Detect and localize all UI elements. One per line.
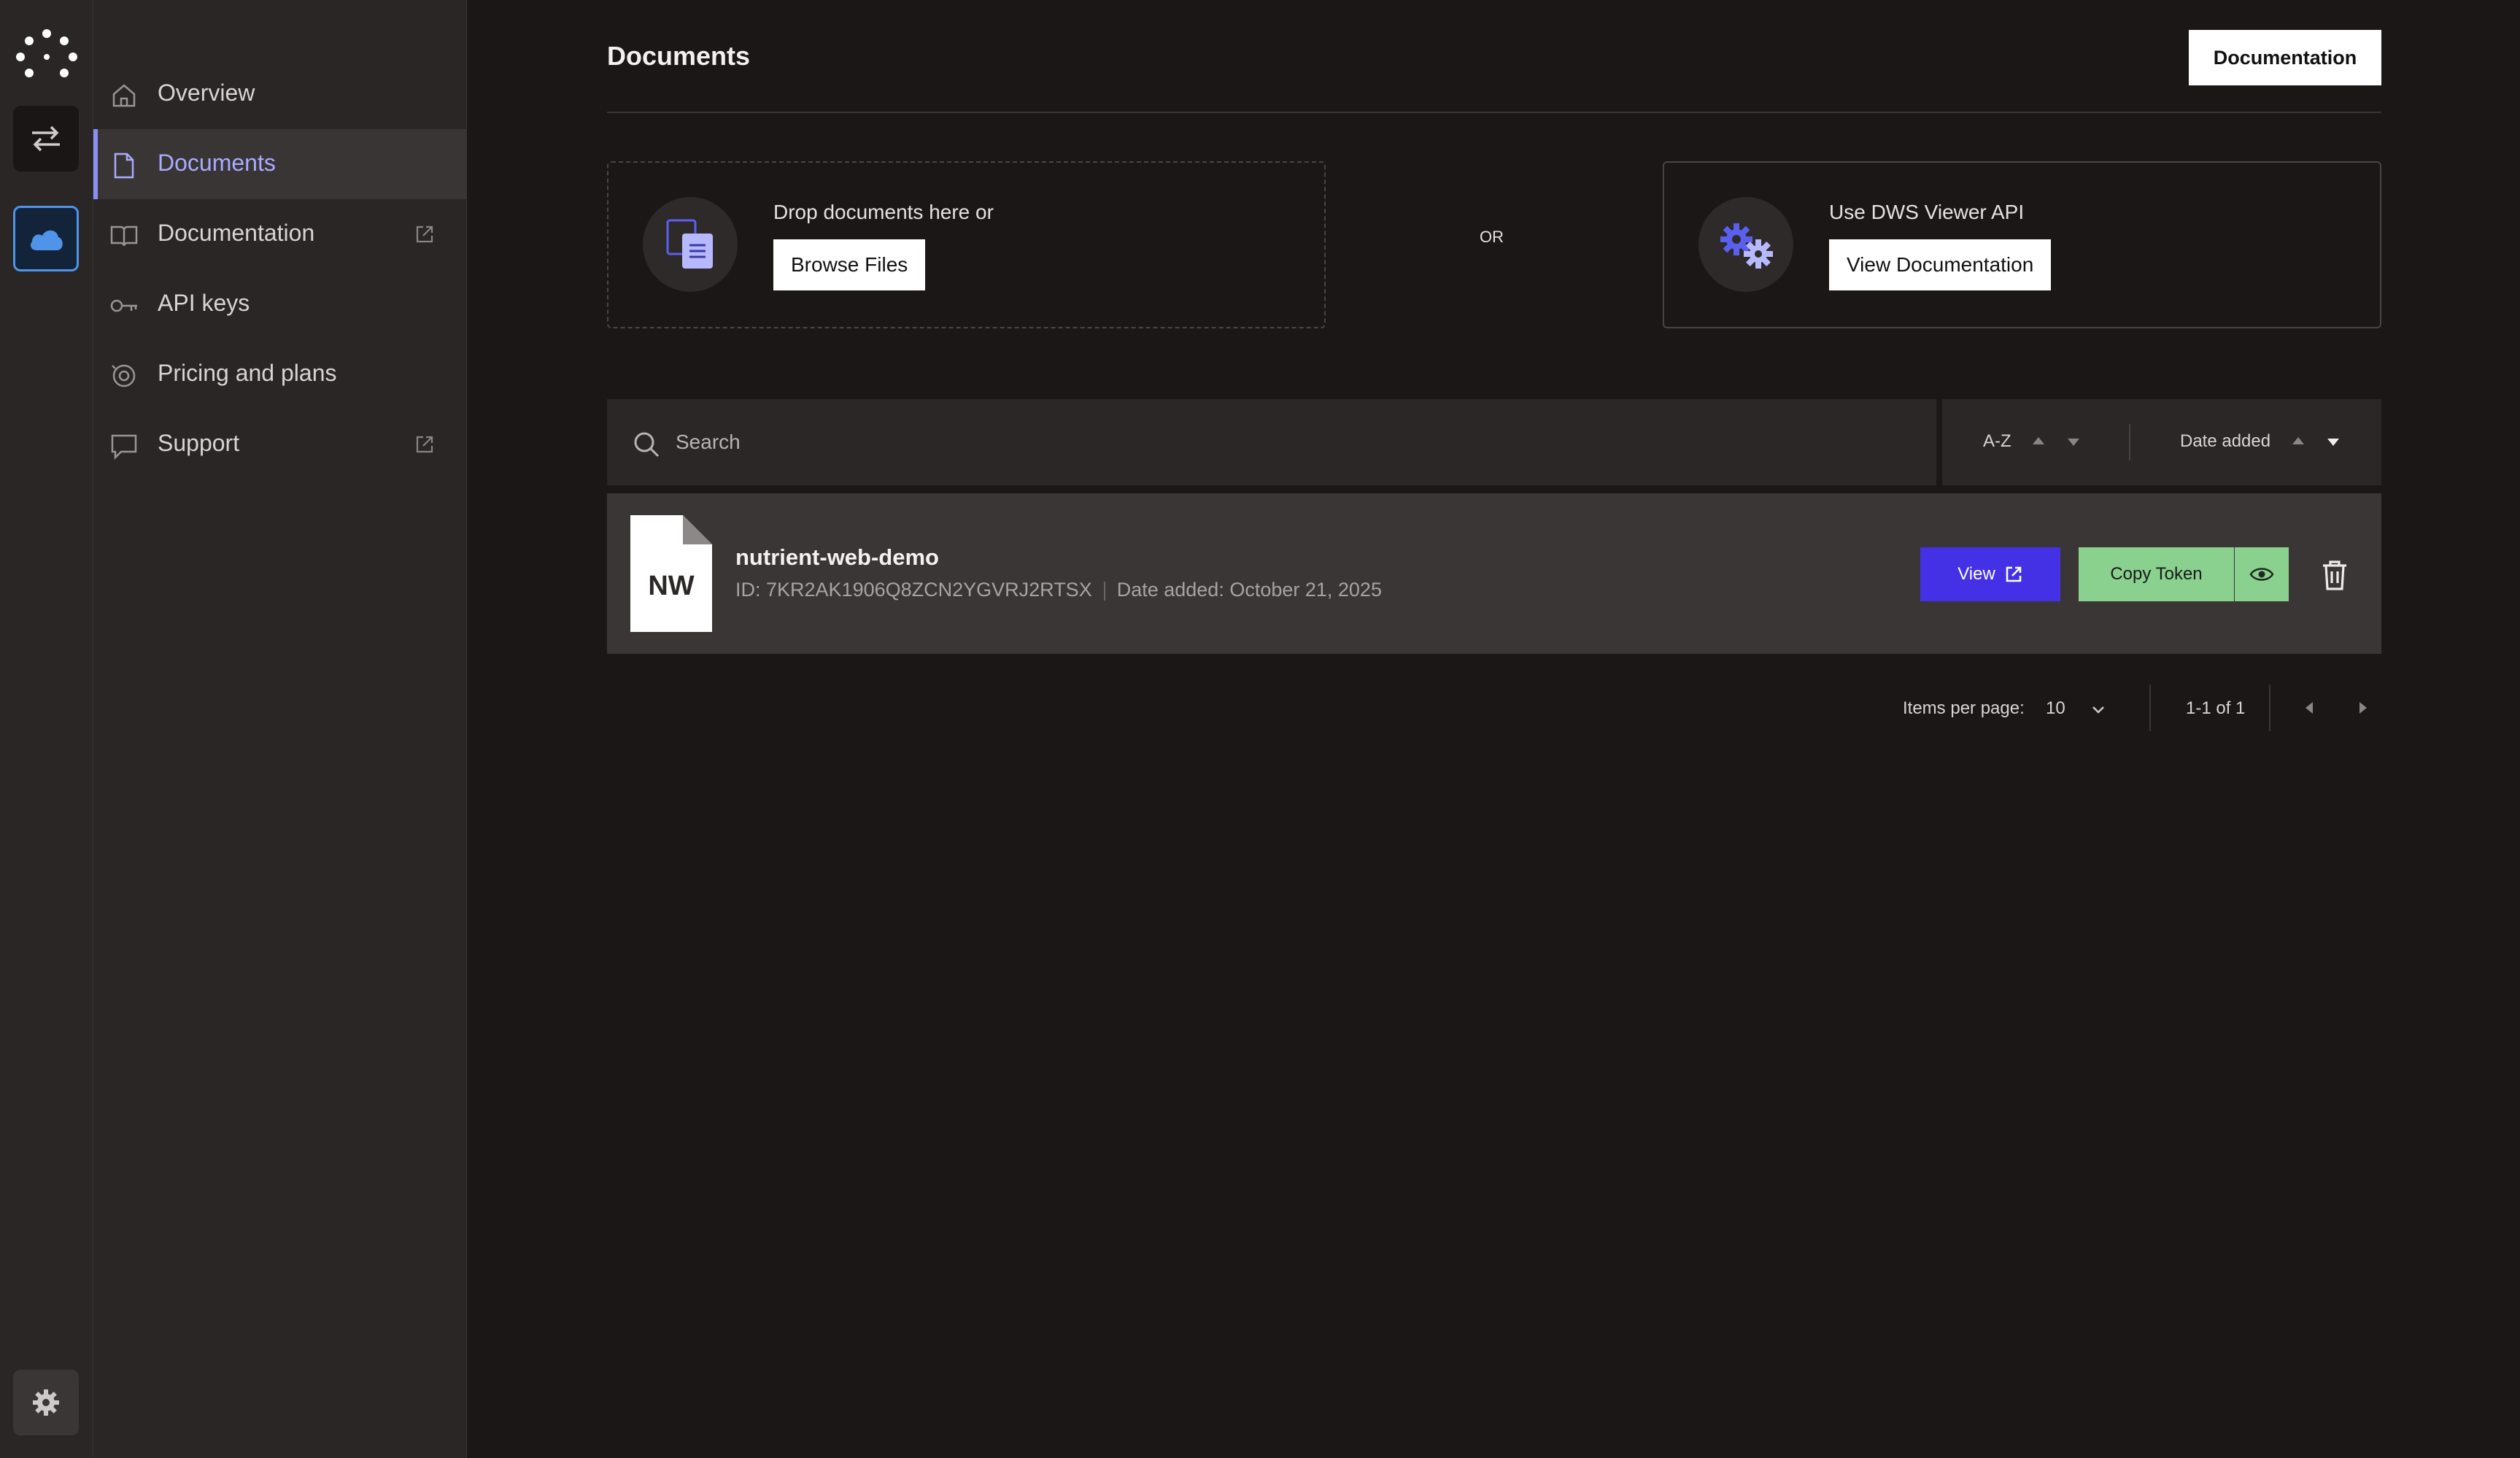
swap-icon — [32, 126, 60, 152]
key-icon — [110, 299, 137, 312]
document-date: Date added: October 21, 2025 — [1116, 579, 1382, 601]
browse-files-button[interactable]: Browse Files — [773, 239, 926, 290]
chevron-down-icon — [2092, 706, 2104, 714]
sidebar-item-label: API keys — [158, 290, 250, 316]
sidebar-item-api-keys[interactable]: API keys — [93, 269, 467, 339]
sidebar-item-label: Overview — [158, 80, 255, 106]
pagination-range: 1-1 of 1 — [2186, 698, 2246, 718]
sidebar-item-label: Documents — [158, 150, 276, 176]
sidebar-item-label: Documentation — [158, 220, 315, 246]
sort-date-label: Date added — [2180, 431, 2271, 451]
next-page-icon[interactable] — [2359, 702, 2367, 714]
items-per-page-label: Items per page: — [1903, 698, 2025, 718]
document-icon — [114, 153, 134, 179]
view-button[interactable]: View — [1920, 547, 2060, 601]
sort-bar: A-Z Date added — [1942, 399, 2381, 485]
sidebar: Overview Documents Documentation API key… — [93, 0, 467, 1458]
cloud-icon — [31, 230, 63, 250]
document-name: nutrient-web-demo — [735, 544, 939, 570]
drop-text: Drop documents here or — [773, 201, 994, 223]
upload-icon-circle — [643, 197, 738, 292]
pagination-divider — [2269, 684, 2270, 731]
sidebar-item-overview[interactable]: Overview — [93, 59, 467, 129]
view-button-label: View — [1957, 564, 1995, 584]
sidebar-item-support[interactable]: Support — [93, 409, 467, 479]
external-link-icon — [416, 225, 433, 243]
search-input[interactable] — [676, 424, 1843, 460]
settings-button[interactable] — [13, 1370, 79, 1435]
api-panel: Use DWS Viewer API View Documentation — [1663, 161, 2381, 328]
chat-icon — [111, 434, 137, 460]
api-icon-circle — [1698, 197, 1793, 292]
view-documentation-button[interactable]: View Documentation — [1829, 239, 2052, 290]
drop-zone[interactable]: Drop documents here or Browse Files — [607, 161, 1326, 328]
sort-az-asc-icon[interactable] — [2033, 437, 2044, 444]
search-bar — [607, 399, 1936, 485]
trash-icon — [2323, 560, 2346, 590]
document-meta: ID: 7KR2AK1906Q8ZCN2YGVRJ2RTSX Date added… — [735, 579, 1382, 601]
previous-page-icon[interactable] — [2306, 702, 2313, 714]
sort-date-asc-icon[interactable] — [2292, 437, 2304, 444]
page-title: Documents — [607, 41, 751, 71]
pagination-divider — [2149, 684, 2151, 731]
sidebar-item-documentation[interactable]: Documentation — [93, 199, 467, 269]
sort-az-label: A-Z — [1983, 431, 2011, 451]
switch-app-button[interactable] — [13, 106, 79, 171]
gear-icon — [33, 1389, 59, 1416]
sidebar-item-documents[interactable]: Documents — [93, 129, 467, 199]
divider — [607, 112, 2381, 113]
search-icon — [634, 432, 660, 458]
items-per-page-select[interactable]: 10 — [2043, 689, 2116, 730]
eye-icon — [2249, 568, 2274, 581]
sidebar-item-pricing[interactable]: Pricing and plans — [93, 339, 467, 409]
app-rail — [0, 0, 93, 1458]
meta-separator — [1103, 581, 1105, 601]
file-thumbnail: NW — [630, 515, 712, 632]
sort-az-desc-icon[interactable] — [2068, 439, 2079, 446]
show-token-button[interactable] — [2235, 547, 2289, 601]
sidebar-item-label: Pricing and plans — [158, 360, 337, 386]
documentation-button[interactable]: Documentation — [2189, 30, 2381, 85]
home-icon — [112, 84, 136, 107]
documents-icon — [666, 219, 713, 269]
external-link-icon — [2006, 566, 2022, 582]
logo-icon — [16, 29, 77, 77]
sort-divider — [2129, 424, 2130, 460]
api-text: Use DWS Viewer API — [1829, 201, 2025, 223]
plans-icon — [112, 364, 136, 387]
delete-button[interactable] — [2314, 555, 2355, 595]
cloud-app-button[interactable] — [13, 206, 79, 271]
external-link-icon — [416, 436, 433, 453]
table-row[interactable]: NW nutrient-web-demo ID: 7KR2AK1906Q8ZCN… — [607, 493, 2381, 654]
items-per-page-value: 10 — [2046, 698, 2065, 718]
copy-token-button[interactable]: Copy Token — [2079, 547, 2234, 601]
gears-icon — [1720, 223, 1773, 269]
or-separator: OR — [1480, 228, 1504, 246]
document-id: ID: 7KR2AK1906Q8ZCN2YGVRJ2RTSX — [735, 579, 1092, 601]
sort-date-desc-icon[interactable] — [2327, 439, 2339, 446]
book-icon — [110, 225, 138, 247]
file-initials: NW — [648, 571, 695, 601]
sidebar-item-label: Support — [158, 430, 240, 456]
